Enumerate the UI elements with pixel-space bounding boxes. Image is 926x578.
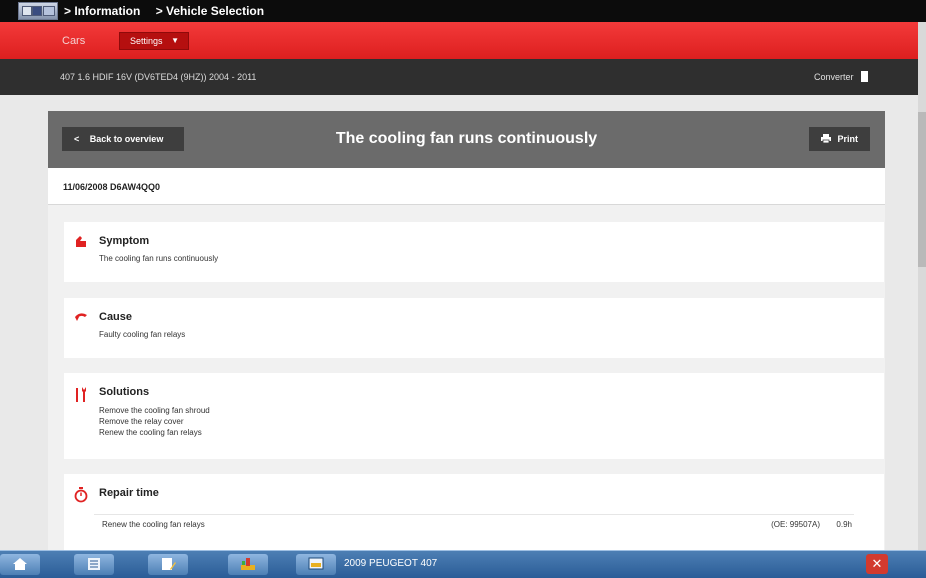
oe-code: (OE: 99507A): [771, 520, 820, 529]
converter-label: Converter: [813, 72, 854, 82]
symptom-title: Symptom: [99, 235, 150, 247]
printer-icon: [820, 134, 831, 144]
documents-button[interactable]: [74, 554, 114, 575]
vehicle-description: 407 1.6 HDIF 16V (DV6TED4 (9HZ)) 2004 - …: [60, 72, 257, 82]
breadcrumb-information[interactable]: > Information: [64, 4, 140, 18]
solutions-title: Solutions: [99, 386, 150, 398]
solutions-panel: Solutions Remove the cooling fan shroud …: [64, 373, 884, 459]
settings-label: Settings: [130, 36, 163, 46]
repair-time-panel: Repair time Renew the cooling fan relays…: [64, 474, 884, 550]
home-button[interactable]: [0, 554, 40, 575]
converter-button[interactable]: Converter: [814, 71, 868, 82]
cause-icon: [75, 313, 87, 321]
repair-time-title: Repair time: [99, 487, 159, 499]
breadcrumb-vehicle-selection[interactable]: > Vehicle Selection: [156, 4, 264, 18]
solution-step: Remove the cooling fan shroud: [99, 406, 210, 415]
top-navigation-bar: > Information > Vehicle Selection: [0, 0, 926, 22]
alert-icon: [76, 236, 86, 247]
cause-text: Faulty cooling fan relays: [99, 330, 186, 339]
chevron-down-icon: ▼: [171, 36, 179, 45]
repair-hours: 0.9h: [836, 520, 852, 529]
multicolor-tool-icon: [241, 558, 255, 570]
back-to-overview-button[interactable]: < Back to overview: [62, 127, 184, 151]
breadcrumb: > Information > Vehicle Selection: [64, 4, 276, 18]
edit-button[interactable]: [148, 554, 188, 575]
vehicle-button[interactable]: [296, 554, 336, 575]
notepad-icon: [162, 558, 176, 570]
back-label: Back to overview: [89, 134, 164, 144]
article-date-code: 11/06/2008 D6AW4QQ0: [63, 182, 161, 192]
print-button[interactable]: Print: [809, 127, 870, 151]
app-logo-icon[interactable]: [18, 2, 58, 20]
article-meta-row: 11/06/2008 D6AW4QQ0: [48, 168, 885, 205]
repair-time-row: Renew the cooling fan relays (OE: 99507A…: [94, 514, 854, 531]
vehicle-bar: 407 1.6 HDIF 16V (DV6TED4 (9HZ)) 2004 - …: [0, 59, 926, 95]
close-button[interactable]: ✕: [866, 554, 888, 574]
tools-icon: [76, 387, 86, 402]
section-cars-link[interactable]: Cars: [62, 35, 85, 47]
settings-dropdown-button[interactable]: Settings ▼: [119, 32, 189, 50]
solution-step: Renew the cooling fan relays: [99, 428, 202, 437]
home-icon: [13, 558, 27, 570]
document-icon: [88, 558, 100, 570]
chevron-left-icon: <: [74, 134, 80, 144]
article-title: The cooling fan runs continuously: [335, 130, 598, 147]
taskbar: 2009 PEUGEOT 407 ✕: [0, 550, 926, 578]
cause-title: Cause: [99, 311, 133, 323]
print-label: Print: [837, 134, 859, 144]
symptom-text: The cooling fan runs continuously: [99, 254, 219, 263]
stopwatch-icon: [74, 487, 88, 503]
tools-button[interactable]: [228, 554, 268, 575]
close-icon: ✕: [871, 556, 883, 571]
scrollbar-thumb[interactable]: [918, 112, 926, 267]
solution-step: Remove the relay cover: [99, 417, 184, 426]
taskbar-vehicle-label: 2009 PEUGEOT 407: [344, 558, 438, 569]
vehicle-screen-icon: [308, 557, 324, 570]
converter-icon: [861, 71, 868, 82]
symptom-panel: Symptom The cooling fan runs continuousl…: [64, 222, 884, 282]
article-header: < Back to overview The cooling fan runs …: [48, 111, 885, 168]
cause-panel: Cause Faulty cooling fan relays: [64, 298, 884, 358]
repair-task: Renew the cooling fan relays: [102, 520, 205, 529]
app-header: Cars Settings ▼: [0, 22, 926, 59]
vertical-scrollbar[interactable]: [918, 22, 926, 550]
